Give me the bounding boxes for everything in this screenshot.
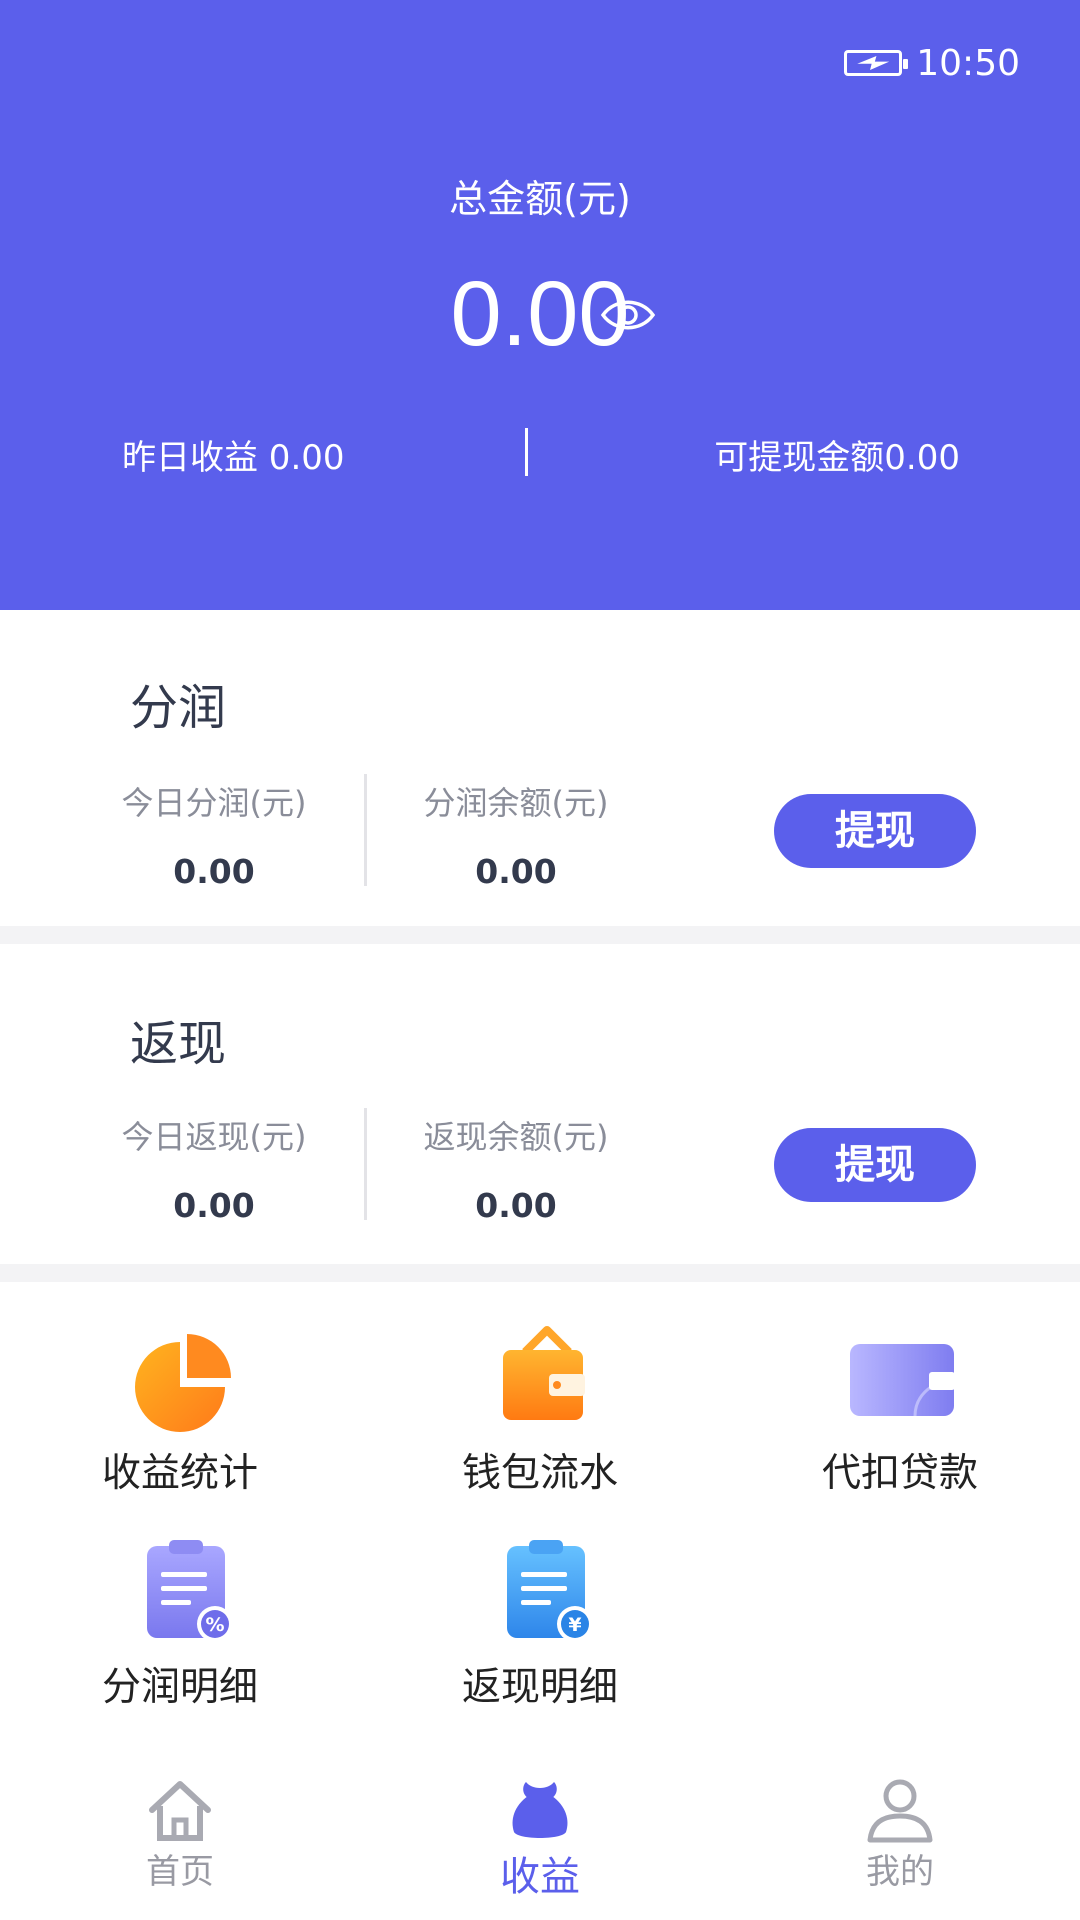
tab-earnings-label: 收益: [500, 1854, 580, 1900]
total-amount-label: 总金额(元): [449, 177, 631, 221]
yen-badge: ¥: [568, 1614, 581, 1636]
menu-item-earnings-stats[interactable]: 收益统计: [50, 1322, 310, 1498]
clipboard-percent-icon: %: [147, 1540, 233, 1642]
cashback-withdraw-button[interactable]: 提现: [774, 1128, 976, 1202]
profit-share-balance-label: 分润余额(元): [423, 784, 609, 822]
menu-item-withholding-loan[interactable]: 代扣贷款: [770, 1322, 1030, 1498]
cashback-title: 返现: [130, 1016, 227, 1072]
section-separator: [0, 926, 1080, 944]
menu-item-label: 返现明细: [461, 1665, 618, 1710]
card-icon: [850, 1344, 955, 1417]
today-cashback-label: 今日返现(元): [121, 1118, 307, 1156]
profit-share-card: 分润 今日分润(元) 0.00 分润余额(元) 0.00 提现: [0, 610, 1080, 926]
clipboard-yen-icon: ¥: [507, 1540, 593, 1642]
stat-divider: [364, 1108, 367, 1220]
summary-divider: [525, 428, 528, 476]
today-profit-share-label: 今日分润(元): [121, 784, 307, 822]
stat-divider: [364, 774, 367, 886]
section-separator: [0, 1264, 1080, 1282]
tab-home[interactable]: 首页: [90, 1776, 270, 1893]
cashback-balance: 返现余额(元) 0.00: [396, 1112, 636, 1225]
profit-share-withdraw-button[interactable]: 提现: [774, 794, 976, 868]
status-time: 10:50: [916, 42, 1020, 84]
tab-home-label: 首页: [146, 1852, 214, 1892]
menu-item-label: 分润明细: [101, 1665, 258, 1710]
menu-item-profit-share-details[interactable]: % 分润明细: [50, 1536, 310, 1712]
user-icon: [867, 1779, 933, 1843]
cashback-balance-label: 返现余额(元): [423, 1118, 609, 1156]
today-profit-share-value: 0.00: [173, 852, 255, 891]
menu-item-cashback-details[interactable]: ¥ 返现明细: [410, 1536, 670, 1712]
tab-mine[interactable]: 我的: [810, 1776, 990, 1893]
cashback-card: 返现 今日返现(元) 0.00 返现余额(元) 0.00 提现: [0, 944, 1080, 1260]
menu-item-wallet-flow[interactable]: 钱包流水: [410, 1322, 670, 1498]
yesterday-earnings: 昨日收益 0.00: [122, 438, 345, 478]
today-profit-share: 今日分润(元) 0.00: [94, 778, 334, 891]
profit-share-balance: 分润余额(元) 0.00: [396, 778, 636, 891]
eye-icon[interactable]: [600, 290, 656, 340]
wallet-icon: [503, 1326, 585, 1420]
total-amount-value: 0.00: [450, 263, 630, 365]
percent-badge: %: [205, 1614, 224, 1636]
tab-earnings[interactable]: 收益: [450, 1776, 630, 1902]
tab-mine-label: 我的: [866, 1852, 934, 1892]
profit-share-balance-value: 0.00: [475, 852, 557, 891]
profit-share-title: 分润: [130, 680, 227, 736]
pie-chart-icon: [135, 1334, 231, 1432]
status-bar: 10:50: [844, 40, 1020, 86]
menu-item-label: 收益统计: [101, 1451, 258, 1496]
home-icon: [149, 1781, 211, 1841]
battery-charging-icon: [844, 50, 909, 76]
withdrawable-amount: 可提现金额0.00: [714, 438, 960, 478]
today-cashback: 今日返现(元) 0.00: [94, 1112, 334, 1225]
menu-item-label: 代扣贷款: [821, 1451, 978, 1496]
money-bag-icon: [512, 1782, 568, 1838]
earnings-header: 10:50 总金额(元) 0.00 昨日收益 0.00 可提现金额0.00: [0, 0, 1080, 610]
cashback-balance-value: 0.00: [475, 1186, 557, 1225]
today-cashback-value: 0.00: [173, 1186, 255, 1225]
menu-item-label: 钱包流水: [461, 1451, 618, 1496]
